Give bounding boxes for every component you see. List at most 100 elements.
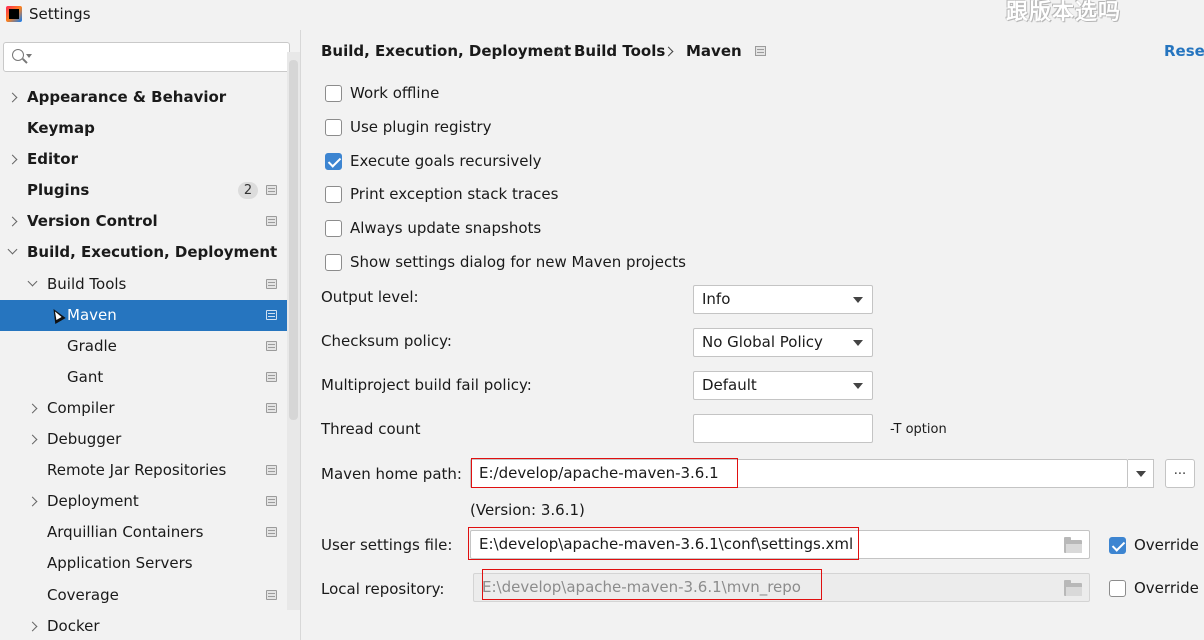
maven-version-text: (Version: 3.6.1) [470, 501, 585, 519]
sidebar-item-label: Build, Execution, Deployment [27, 243, 278, 262]
thread-count-input[interactable] [693, 414, 873, 443]
thread-count-hint: -T option [890, 422, 947, 437]
sidebar-item-label: Version Control [27, 212, 158, 231]
chevron-right-icon[interactable] [27, 621, 38, 632]
sidebar-item-build-execution-deployment[interactable]: Build, Execution, Deployment [0, 237, 300, 268]
breadcrumb-item-build-execution: Build, Execution, Deployment [321, 42, 572, 60]
sidebar-item-label: Coverage [47, 585, 119, 604]
checkbox-box[interactable] [325, 253, 342, 271]
output-level-label: Output level: [321, 288, 419, 306]
thread-count-label: Thread count [321, 420, 421, 438]
checksum-policy-label: Checksum policy: [321, 332, 452, 350]
search-icon [12, 49, 24, 61]
title-bar: Settings 跟版本选吗 [0, 0, 1204, 30]
sidebar-item-label: Arquillian Containers [47, 523, 204, 542]
sidebar-item-application-servers[interactable]: Application Servers [0, 548, 300, 579]
checkbox-box[interactable] [1109, 579, 1126, 597]
chevron-down-icon[interactable] [27, 276, 38, 287]
checkbox-execute-goals-recursively[interactable]: Execute goals recursively [325, 150, 542, 172]
user-settings-override-checkbox[interactable]: Override [1109, 534, 1199, 556]
chevron-right-icon[interactable] [27, 403, 38, 414]
checkbox-label: Use plugin registry [350, 118, 492, 136]
search-options-caret-icon[interactable] [26, 54, 32, 58]
project-scope-icon [266, 278, 277, 289]
checkbox-use-plugin-registry[interactable]: Use plugin registry [325, 116, 491, 138]
settings-tree: Appearance & Behavior Keymap Editor Plugins… [0, 82, 300, 640]
project-scope-icon [266, 216, 277, 227]
highlight-box-local-repository [482, 569, 822, 600]
sidebar-item-maven[interactable]: Maven [0, 299, 300, 331]
sidebar-item-docker[interactable]: Docker [0, 611, 300, 640]
checkbox-box[interactable] [325, 185, 342, 203]
project-scope-icon [266, 309, 277, 320]
breadcrumb-item-maven: Maven [686, 42, 742, 60]
settings-search-input[interactable] [3, 42, 290, 72]
sidebar-item-appearance-behavior[interactable]: Appearance & Behavior [0, 82, 300, 113]
chevron-down-icon [853, 340, 863, 346]
sidebar-item-gant[interactable]: Gant [0, 362, 300, 393]
sidebar-item-version-control[interactable]: Version Control [0, 206, 300, 237]
settings-content: Build, Execution, Deployment Build Tools… [301, 30, 1204, 640]
project-scope-icon [266, 371, 277, 382]
multiproject-fail-policy-value: Default [702, 376, 757, 394]
sidebar-item-label: Compiler [47, 398, 115, 417]
checkbox-show-settings-dialog-for-new-maven-projects[interactable]: Show settings dialog for new Maven proje… [325, 251, 686, 273]
chevron-down-icon[interactable] [7, 245, 18, 255]
checkbox-box[interactable] [325, 219, 342, 237]
checkbox-always-update-snapshots[interactable]: Always update snapshots [325, 217, 541, 239]
local-repository-override-checkbox[interactable]: Override [1109, 577, 1199, 599]
checkbox-box[interactable] [325, 152, 342, 170]
window-title: Settings [29, 5, 91, 23]
sidebar-scrollbar-thumb[interactable] [289, 60, 298, 420]
folder-icon[interactable] [1064, 580, 1082, 596]
sidebar-item-gradle[interactable]: Gradle [0, 331, 300, 362]
sidebar-item-build-tools[interactable]: Build Tools [0, 269, 300, 300]
checkbox-box[interactable] [1109, 536, 1126, 554]
checkbox-box[interactable] [325, 118, 342, 136]
watermark-text: 跟版本选吗 [1006, 0, 1122, 25]
sidebar-item-remote-jar-repositories[interactable]: Remote Jar Repositories [0, 455, 300, 486]
sidebar-item-label: Keymap [27, 119, 95, 138]
breadcrumb-item-build-tools: Build Tools [574, 42, 666, 60]
intellij-logo-icon [6, 6, 22, 22]
sidebar-item-keymap[interactable]: Keymap [0, 113, 300, 144]
project-scope-icon [266, 527, 277, 538]
chevron-down-icon [853, 297, 863, 303]
multiproject-fail-policy-label: Multiproject build fail policy: [321, 376, 532, 394]
maven-home-dropdown-button[interactable] [1128, 459, 1154, 488]
checksum-policy-select[interactable]: No Global Policy [693, 328, 873, 357]
chevron-right-icon[interactable] [27, 434, 38, 445]
chevron-right-icon[interactable] [27, 496, 38, 507]
project-scope-icon [266, 589, 277, 600]
sidebar-item-arquillian-containers[interactable]: Arquillian Containers [0, 517, 300, 548]
sidebar-item-label: Plugins [27, 181, 90, 200]
sidebar-item-editor[interactable]: Editor [0, 144, 300, 175]
chevron-right-icon[interactable] [7, 92, 18, 103]
mouse-cursor-icon [48, 305, 66, 324]
reset-link[interactable]: Reset [1164, 42, 1204, 60]
chevron-right-icon[interactable] [7, 154, 18, 165]
sidebar-item-debugger[interactable]: Debugger [0, 424, 300, 455]
sidebar-item-label: Appearance & Behavior [27, 88, 227, 106]
local-repository-label: Local repository: [321, 580, 445, 598]
project-scope-icon [266, 185, 277, 196]
output-level-select[interactable]: Info [693, 285, 873, 314]
multiproject-fail-policy-select[interactable]: Default [693, 371, 873, 400]
checkbox-work-offline[interactable]: Work offline [325, 82, 439, 104]
sidebar-item-coverage[interactable]: Coverage [0, 580, 300, 611]
project-scope-icon [755, 46, 766, 56]
project-scope-icon [266, 340, 277, 351]
chevron-right-icon[interactable] [7, 216, 18, 227]
folder-icon[interactable] [1064, 537, 1082, 553]
update-count-badge: 2 [238, 182, 258, 200]
sidebar-item-label: Remote Jar Repositories [47, 461, 227, 480]
sidebar-item-deployment[interactable]: Deployment [0, 486, 300, 517]
checkbox-print-exception-stack-traces[interactable]: Print exception stack traces [325, 183, 558, 205]
sidebar-item-compiler[interactable]: Compiler [0, 393, 300, 424]
sidebar-item-label: Maven [67, 305, 117, 324]
checkbox-label: Always update snapshots [350, 219, 542, 237]
sidebar-item-plugins[interactable]: Plugins 2 [0, 175, 300, 206]
checkbox-box[interactable] [325, 84, 342, 102]
maven-home-browse-button[interactable]: ... [1165, 459, 1195, 488]
sidebar-item-label: Gradle [67, 336, 117, 355]
